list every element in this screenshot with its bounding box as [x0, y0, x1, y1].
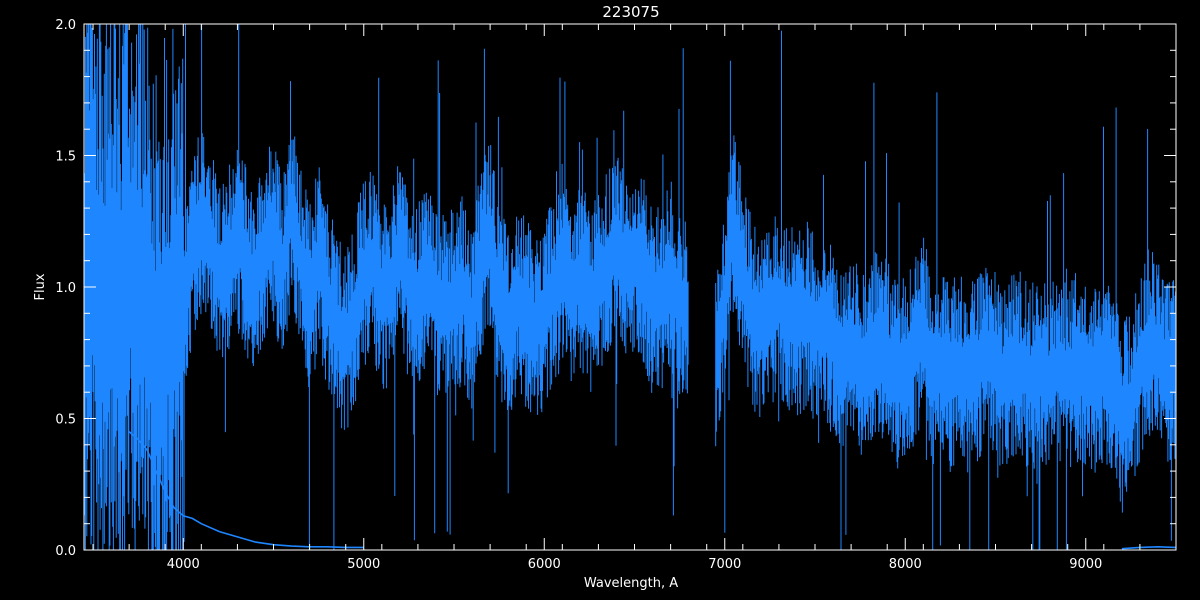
y-tick-label: 0.5	[55, 413, 76, 428]
x-tick-label: 6000	[528, 557, 561, 572]
y-tick-label: 2.0	[55, 18, 76, 33]
x-tick-label: 7000	[708, 557, 741, 572]
x-tick-label: 9000	[1069, 557, 1102, 572]
y-tick-label: 0.0	[55, 544, 76, 559]
chart-title: 223075	[602, 3, 659, 21]
y-tick-label: 1.0	[55, 281, 76, 296]
y-axis-label: Flux	[33, 273, 48, 300]
x-axis-label: Wavelength, A	[584, 576, 678, 591]
spectrum-chart: 223075 4000 5000 6000 7000 8000 9000 0.0 0.5 1.0…	[0, 0, 1200, 600]
y-tick-label: 1.5	[55, 150, 76, 165]
x-tick-label: 5000	[347, 557, 380, 572]
x-tick-label: 8000	[889, 557, 922, 572]
x-tick-label: 4000	[167, 557, 200, 572]
